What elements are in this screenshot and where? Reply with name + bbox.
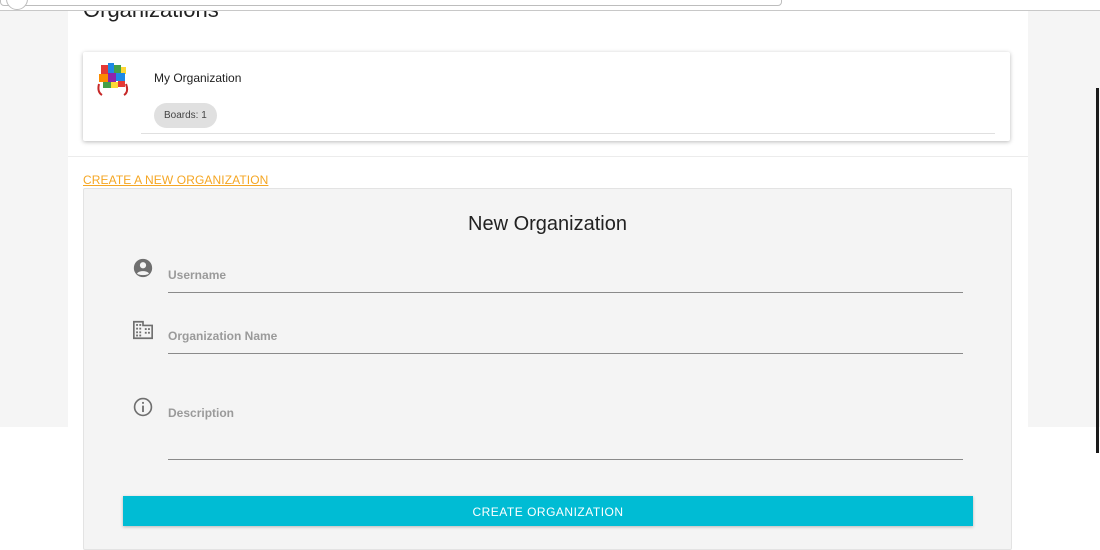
username-underline bbox=[168, 292, 963, 293]
boards-count-badge: Boards: 1 bbox=[154, 103, 217, 128]
address-bar[interactable] bbox=[0, 0, 782, 6]
page-info-icon[interactable] bbox=[6, 0, 28, 10]
account-circle-icon bbox=[133, 258, 153, 278]
main-content: Organizations My Organization Boards: 1 … bbox=[68, 0, 1028, 550]
new-organization-form: New Organization Username Organization N… bbox=[83, 188, 1012, 550]
business-icon bbox=[133, 320, 153, 340]
username-field[interactable]: Username bbox=[168, 268, 226, 282]
scrollbar[interactable] bbox=[1096, 88, 1099, 453]
description-field[interactable]: Description bbox=[168, 406, 234, 420]
section-divider bbox=[68, 156, 1028, 157]
organization-card[interactable]: My Organization Boards: 1 bbox=[83, 52, 1010, 141]
create-organization-button[interactable]: CREATE ORGANIZATION bbox=[123, 496, 973, 526]
organization-logo-icon bbox=[97, 63, 129, 96]
organization-name-underline bbox=[168, 353, 963, 354]
browser-toolbar bbox=[0, 0, 1100, 11]
organization-name-field[interactable]: Organization Name bbox=[168, 329, 277, 343]
card-divider bbox=[141, 133, 995, 134]
create-organization-link[interactable]: CREATE A NEW ORGANIZATION bbox=[83, 173, 268, 187]
info-icon bbox=[133, 397, 153, 417]
organization-name[interactable]: My Organization bbox=[154, 71, 241, 85]
description-underline bbox=[168, 459, 963, 460]
form-title: New Organization bbox=[468, 213, 627, 235]
